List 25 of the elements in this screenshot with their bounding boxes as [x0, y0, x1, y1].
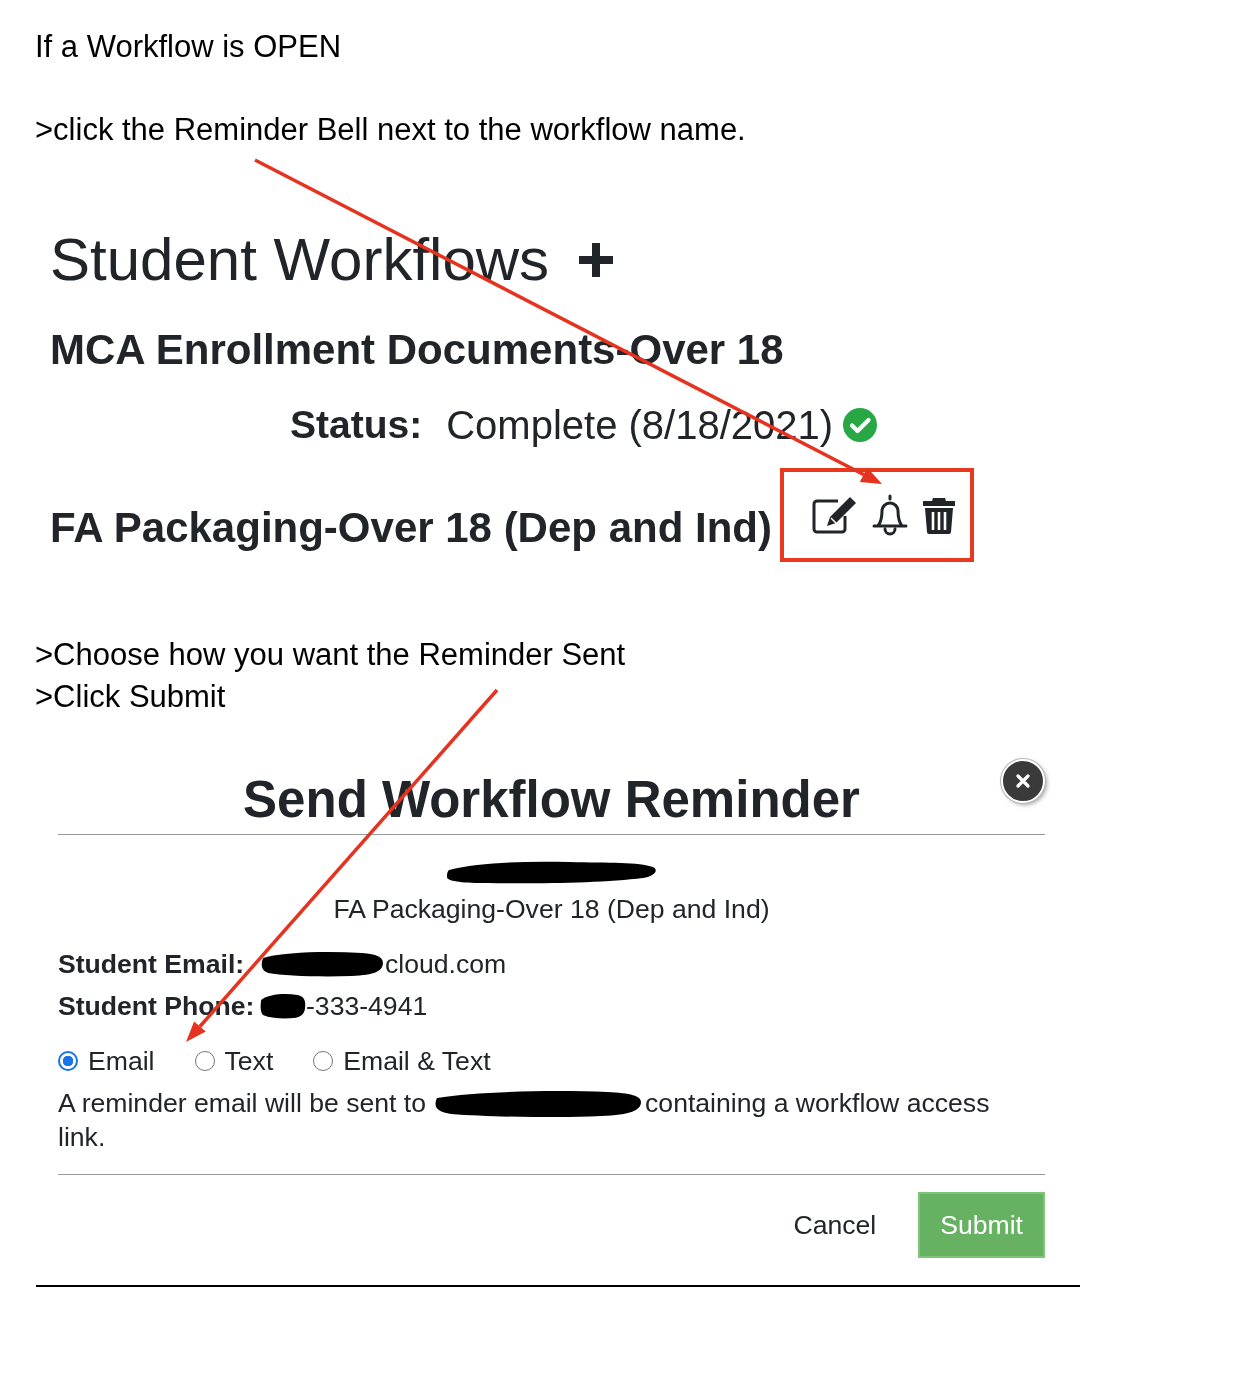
status-label: Status:: [290, 402, 423, 448]
edit-icon[interactable]: [811, 496, 858, 534]
instruction-text: >click the Reminder Bell next to the workflow name.: [35, 112, 746, 148]
close-button[interactable]: [1001, 759, 1045, 803]
radio-option[interactable]: Email: [58, 1043, 155, 1079]
radio-option[interactable]: Email & Text: [313, 1043, 491, 1079]
field-label: Student Email:: [58, 948, 246, 981]
plus-icon[interactable]: [579, 243, 614, 277]
instruction-text: If a Workflow is OPEN: [35, 29, 342, 65]
instruction-text: >Choose how you want the Reminder Sent: [35, 637, 626, 673]
cancel-button[interactable]: Cancel: [779, 1201, 891, 1249]
workflow-name: FA Packaging-Over 18 (Dep and Ind): [50, 503, 772, 553]
reminder-message: link.: [58, 1121, 106, 1154]
instruction-text: >Click Submit: [35, 679, 226, 715]
field-value: -333-4941: [306, 990, 428, 1023]
close-icon: [1015, 773, 1031, 789]
trash-icon[interactable]: [921, 496, 956, 534]
radio-button[interactable]: [194, 1051, 215, 1071]
radio-option[interactable]: Text: [194, 1043, 274, 1079]
reminder-message: A reminder email will be sent to: [58, 1087, 427, 1120]
radio-button[interactable]: [58, 1051, 78, 1071]
reminder-message: containing a workflow access: [645, 1087, 990, 1120]
workflow-name: FA Packaging-Over 18 (Dep and Ind): [333, 893, 770, 925]
radio-button[interactable]: [313, 1051, 334, 1071]
field-value: cloud.com: [385, 948, 507, 981]
